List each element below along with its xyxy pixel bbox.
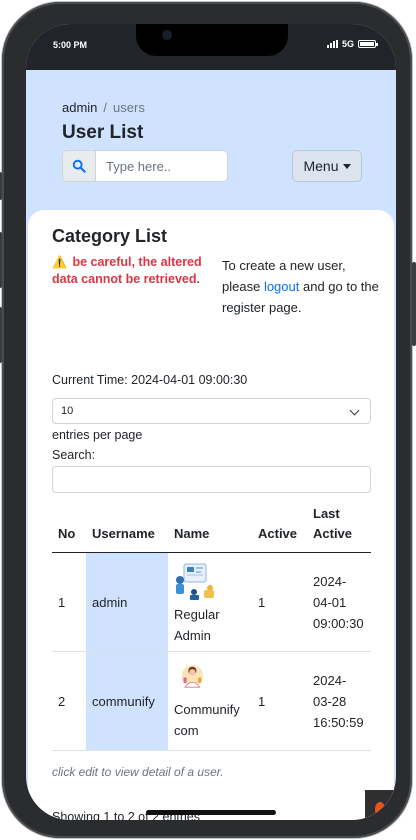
header-username[interactable]: Username: [86, 504, 168, 553]
communify-avatar-illustration: [181, 665, 203, 688]
current-time: Current Time: 2024-04-01 09:00:30: [52, 373, 248, 387]
warning-message: be careful, the altered data cannot be r…: [52, 255, 202, 286]
chevron-down-icon: [349, 405, 360, 416]
battery-icon: [358, 40, 378, 48]
warning-text: ⚠️ be careful, the altered data cannot b…: [52, 254, 202, 288]
camera-icon: [162, 30, 172, 40]
volume-up-button: [0, 232, 2, 288]
status-icons: 5G: [326, 39, 378, 49]
admin-avatar-illustration: [176, 563, 214, 600]
header-no[interactable]: No: [52, 504, 86, 553]
cell-last-active: 2024-03-28 16:50:59: [307, 651, 371, 751]
users-table: No Username Name Active Last Active 1 ad…: [52, 504, 371, 751]
power-button: [412, 262, 416, 346]
caret-down-icon: [342, 163, 351, 169]
flame-badge-icon[interactable]: [365, 790, 395, 820]
entries-per-page-label: entries per page: [52, 428, 143, 442]
content-card: Category List ⚠️ be careful, the altered…: [28, 210, 395, 820]
table-row[interactable]: 1 admin Regular Admin 1 2024-04-01 09:00…: [52, 552, 371, 652]
search-button[interactable]: [62, 150, 96, 182]
menu-button-label: Menu: [303, 158, 339, 174]
status-time: 5:00 PM: [53, 40, 88, 50]
table-header-row: No Username Name Active Last Active: [52, 504, 371, 553]
cell-name: Communify com: [168, 651, 252, 751]
phone-frame: 5:00 PM 5G admin / users User List Type …: [0, 2, 416, 838]
card-title: Category List: [52, 226, 168, 246]
cell-last-active: 2024-04-01 09:00:30: [307, 552, 371, 652]
cell-no: 1: [52, 552, 86, 652]
header-name[interactable]: Name: [168, 504, 252, 553]
signal-icon: [326, 40, 338, 48]
side-button: [0, 172, 2, 200]
status-bar: 5:00 PM 5G: [26, 24, 396, 70]
search-group: [62, 150, 228, 182]
header-last-active[interactable]: Last Active: [307, 504, 371, 553]
search-input[interactable]: [96, 150, 228, 182]
entries-select-value: 10: [61, 405, 74, 417]
breadcrumb: admin / users: [62, 100, 145, 115]
table-note: click edit to view detail of a user.: [52, 765, 224, 779]
screen: 5:00 PM 5G admin / users User List Type …: [26, 24, 396, 820]
breadcrumb-current: users: [113, 100, 145, 115]
entries-select[interactable]: 10: [52, 398, 371, 424]
cell-no: 2: [52, 651, 86, 751]
user-fullname: Communify com: [174, 702, 240, 738]
page-header: admin / users User List Menu: [26, 70, 396, 210]
header-active[interactable]: Active: [252, 504, 307, 553]
table-search-input[interactable]: [52, 466, 371, 493]
cell-username: communify: [86, 651, 168, 751]
breadcrumb-root[interactable]: admin: [62, 100, 97, 115]
user-fullname: Regular Admin: [174, 607, 220, 643]
table-search-label: Search:: [52, 448, 96, 462]
create-user-info: To create a new user, please logout and …: [222, 255, 382, 318]
warning-icon: ⚠️: [52, 255, 67, 269]
cell-name: Regular Admin: [168, 552, 252, 652]
home-indicator[interactable]: [146, 810, 276, 815]
volume-down-button: [0, 307, 2, 363]
table-row[interactable]: 2 communify Communify com 1 2024-03-28 1…: [52, 651, 371, 751]
cell-active: 1: [252, 552, 307, 652]
menu-button[interactable]: Menu: [292, 150, 362, 182]
page-title: User List: [62, 122, 144, 143]
notch: [136, 24, 288, 56]
logout-link[interactable]: logout: [264, 279, 299, 294]
network-label: 5G: [341, 39, 354, 49]
breadcrumb-separator: /: [103, 100, 108, 115]
cell-username: admin: [86, 552, 168, 652]
cell-active: 1: [252, 651, 307, 751]
search-icon: [72, 159, 86, 173]
